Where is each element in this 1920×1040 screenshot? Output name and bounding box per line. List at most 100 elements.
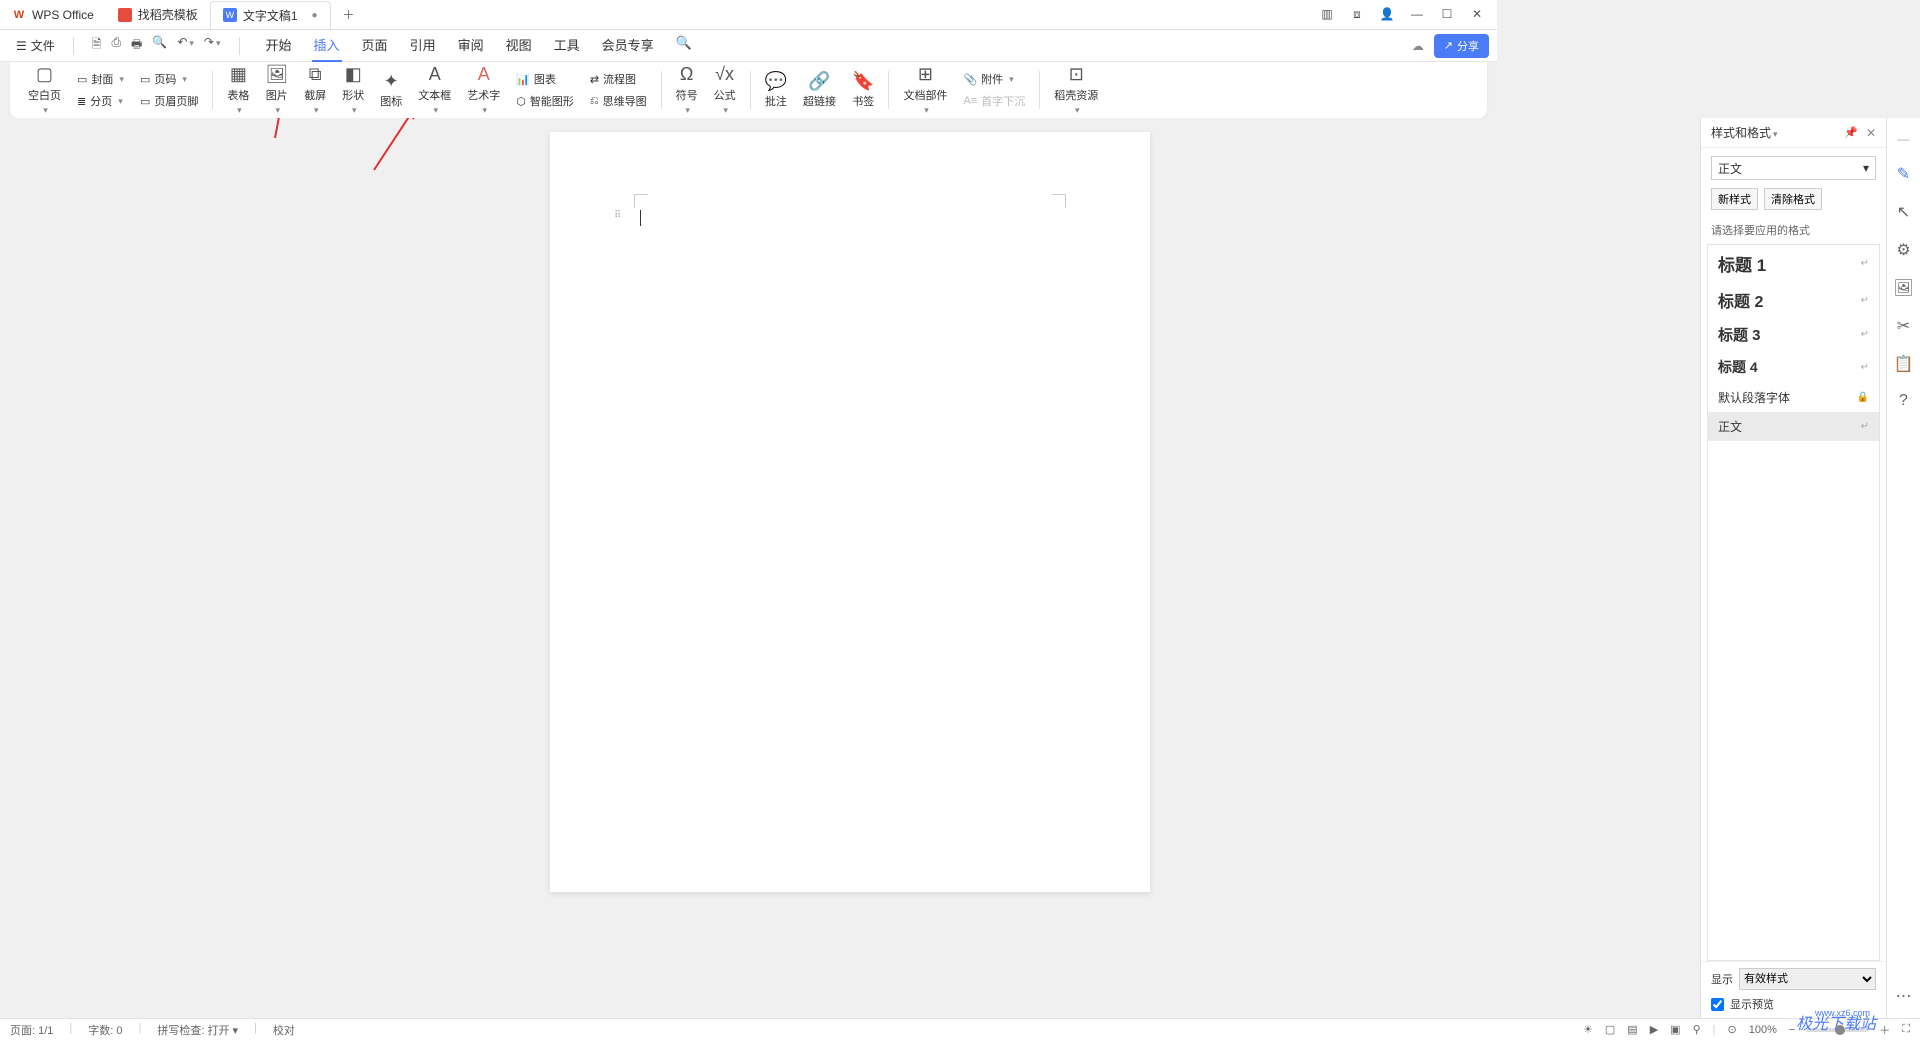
proof-status[interactable]: 校对 — [273, 1022, 295, 1038]
zoom-value[interactable]: 100% — [1749, 1024, 1777, 1036]
image-rail-icon[interactable]: 🖼 — [1893, 278, 1913, 298]
preview-label: 显示预览 — [1730, 996, 1774, 1012]
zoom-in-icon[interactable]: ＋ — [1879, 1022, 1890, 1038]
tab-tools[interactable]: 工具 — [552, 29, 582, 62]
pointer-rail-icon[interactable]: ↖ — [1897, 202, 1910, 222]
statusbar: 页面: 1/1 | 字数: 0 | 拼写检查: 打开 ▾ | 校对 ☀ ▢ ▤ … — [0, 1018, 1920, 1040]
hyperlink-button[interactable]: 🔗超链接 — [795, 62, 844, 118]
icons-button[interactable]: ✦图标 — [372, 62, 410, 118]
file-menu[interactable]: ☰ 文件 — [8, 33, 63, 58]
new-style-button[interactable]: 新样式 — [1711, 188, 1758, 210]
help-rail-icon[interactable]: ? — [1899, 392, 1908, 410]
layout1-icon[interactable]: ▢ — [1605, 1023, 1615, 1036]
page[interactable]: ⠿ — [550, 132, 1150, 892]
cloud-icon[interactable]: ☁ — [1412, 39, 1424, 53]
clear-format-button[interactable]: 清除格式 — [1764, 188, 1822, 210]
search-icon[interactable]: 🔍 — [674, 29, 694, 62]
table-button[interactable]: ▦表格 — [219, 62, 257, 118]
page-status[interactable]: 页面: 1/1 — [10, 1022, 53, 1038]
docparts-button[interactable]: ⊞文档部件 — [895, 62, 955, 118]
zoom-out-icon[interactable]: − — [1789, 1024, 1795, 1036]
symbol-button[interactable]: Ω符号 — [668, 62, 706, 118]
tab-add-button[interactable]: ＋ — [331, 6, 367, 23]
style-item[interactable]: 默认段落字体🔒 — [1708, 383, 1879, 412]
template-icon — [118, 8, 132, 22]
wordart-button[interactable]: A艺术字 — [459, 62, 508, 118]
smartgraphic-button[interactable]: ⬡智能图形 — [512, 91, 578, 111]
tab-templates[interactable]: 找稻壳模板 — [106, 1, 210, 29]
dropcap-button[interactable]: A≡首字下沉 — [959, 91, 1029, 111]
flowchart-button[interactable]: ⇄流程图 — [586, 69, 651, 89]
show-select[interactable]: 有效样式 — [1739, 968, 1876, 990]
word-count[interactable]: 字数: 0 — [88, 1022, 122, 1038]
equation-button[interactable]: √x公式 — [706, 62, 744, 118]
tab-member[interactable]: 会员专享 — [600, 29, 656, 62]
pin-icon[interactable]: 📌 — [1844, 126, 1858, 139]
right-rail: — ✎ ↖ ⚙ 🖼 ✂ 📋 ? ⋯ — [1886, 118, 1920, 1018]
spell-status[interactable]: 拼写检查: 打开 ▾ — [157, 1022, 238, 1038]
mindmap-button[interactable]: ⎌思维导图 — [586, 91, 651, 111]
attachment-button[interactable]: 📎附件 — [959, 69, 1029, 89]
tab-insert[interactable]: 插入 — [312, 29, 342, 62]
tab-page[interactable]: 页面 — [360, 29, 390, 62]
shapes-button[interactable]: ◧形状 — [334, 62, 372, 118]
resources-button[interactable]: ⊡稻壳资源 — [1046, 62, 1106, 118]
drag-handle-icon[interactable]: ⠿ — [614, 210, 621, 221]
current-style-select[interactable]: 正文 ▾ — [1711, 156, 1876, 180]
style-item[interactable]: 标题 1↵ — [1708, 245, 1879, 282]
redo-icon[interactable]: ↷ — [204, 35, 221, 56]
cube-icon[interactable]: ⧈ — [1349, 7, 1365, 22]
comment-button[interactable]: 💬批注 — [757, 62, 795, 118]
tools-rail-icon[interactable]: ✂ — [1897, 316, 1910, 336]
blank-page-button[interactable]: ▢空白页 — [20, 62, 69, 118]
tab-app[interactable]: W WPS Office — [0, 1, 106, 29]
undo-icon[interactable]: ↶ — [177, 35, 194, 56]
clipboard-rail-icon[interactable]: 📋 — [1894, 354, 1914, 374]
print-icon[interactable]: 🖶 — [131, 35, 142, 56]
style-item[interactable]: 正文↵ — [1708, 412, 1879, 441]
layout-icon[interactable]: ▥ — [1319, 7, 1335, 22]
layout4-icon[interactable]: ▣ — [1670, 1023, 1680, 1036]
style-item[interactable]: 标题 3↵ — [1708, 318, 1879, 351]
minimize-rail-icon[interactable]: — — [1898, 132, 1910, 146]
chart-button[interactable]: 📊图表 — [512, 69, 578, 89]
screenshot-button[interactable]: ⧉截屏 — [296, 62, 334, 118]
maximize-icon[interactable]: ☐ — [1439, 7, 1455, 22]
style-item[interactable]: 标题 2↵ — [1708, 282, 1879, 318]
expand-icon[interactable]: ⛶ — [1902, 1023, 1910, 1036]
panel-title[interactable]: 样式和格式 — [1711, 124, 1778, 141]
layout2-icon[interactable]: ▤ — [1627, 1023, 1637, 1036]
pagenum-button[interactable]: ▭页码 — [136, 69, 202, 89]
preview-icon[interactable]: 🔍 — [152, 35, 167, 56]
document-canvas[interactable]: ⠿ — [0, 118, 1700, 1018]
link-icon[interactable]: ⚲ — [1693, 1023, 1701, 1036]
readmode-icon[interactable]: ☀ — [1583, 1023, 1593, 1036]
layout3-icon[interactable]: ▶ — [1650, 1023, 1658, 1036]
preview-checkbox[interactable] — [1711, 998, 1724, 1011]
quick-access: 🗎 ⎙ 🖶 🔍 ↶ ↷ — [84, 35, 229, 56]
panel-close-icon[interactable]: ✕ — [1866, 126, 1876, 140]
new-icon[interactable]: 🗎 — [92, 35, 102, 56]
share-button[interactable]: ↗ 分享 — [1434, 34, 1489, 58]
tab-document[interactable]: W 文字文稿1 ● — [210, 1, 331, 29]
style-item[interactable]: 标题 4↵ — [1708, 351, 1879, 383]
picture-button[interactable]: 🖼图片 — [257, 62, 296, 118]
more-rail-icon[interactable]: ⋯ — [1896, 986, 1912, 1006]
fit-icon[interactable]: ⊙ — [1728, 1023, 1737, 1036]
tab-view[interactable]: 视图 — [504, 29, 534, 62]
textbox-button[interactable]: A文本框 — [410, 62, 459, 118]
headerfooter-button[interactable]: ▭页眉页脚 — [136, 91, 202, 111]
minimize-icon[interactable]: — — [1409, 7, 1425, 22]
close-icon[interactable]: ✕ — [1469, 7, 1485, 22]
section-button[interactable]: ≣分页 — [73, 91, 128, 111]
window-controls: ▥ ⧈ 👤 — ☐ ✕ — [1319, 7, 1497, 22]
save-icon[interactable]: ⎙ — [111, 35, 121, 56]
cover-button[interactable]: ▭封面 — [73, 69, 128, 89]
tab-references[interactable]: 引用 — [408, 29, 438, 62]
tab-review[interactable]: 审阅 — [456, 29, 486, 62]
user-icon[interactable]: 👤 — [1379, 7, 1395, 22]
edit-rail-icon[interactable]: ✎ — [1897, 164, 1910, 184]
settings-rail-icon[interactable]: ⚙ — [1896, 240, 1910, 260]
tab-home[interactable]: 开始 — [264, 29, 294, 62]
bookmark-button[interactable]: 🔖书签 — [844, 62, 882, 118]
